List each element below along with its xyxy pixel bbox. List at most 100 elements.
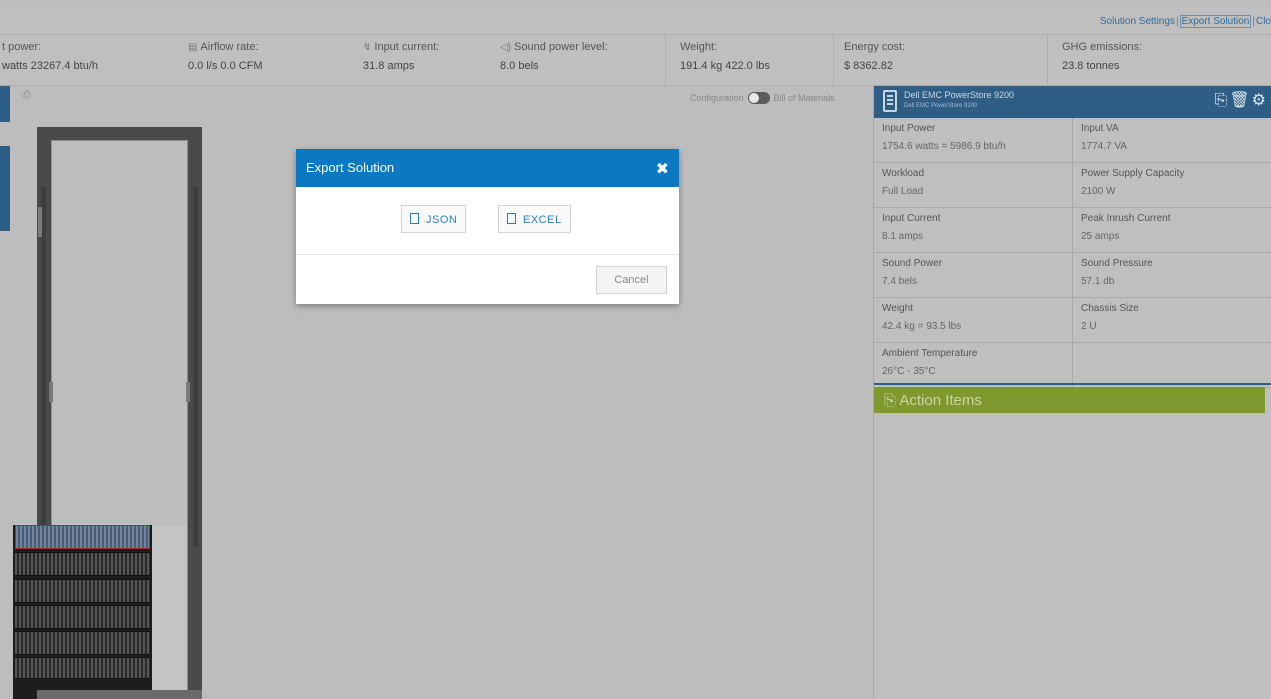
spec-value: 1774.7 VA — [1081, 141, 1127, 152]
spec-value: 7.4 bels — [882, 276, 918, 287]
spec-sound-power: Sound Power 7.4 bels — [874, 253, 1073, 298]
spec-value: 8.1 amps — [882, 231, 924, 242]
file-icon — [410, 213, 419, 224]
metric-sound: ◁) Sound power level: 8.0 bels — [495, 35, 665, 87]
rack-device[interactable] — [15, 579, 150, 603]
spec-label: Input Current — [882, 213, 941, 224]
left-nav-sliver[interactable] — [0, 86, 10, 231]
spec-value: 2100 W — [1081, 186, 1116, 197]
clipboard-icon: ⎘ — [884, 392, 900, 409]
rack-devices — [13, 525, 152, 699]
device-details-panel: Dell EMC PowerStore 9200 Dell EMC PowerS… — [873, 86, 1271, 699]
spec-peak-inrush: Peak Inrush Current 25 amps — [1073, 208, 1271, 253]
rack-device[interactable] — [15, 657, 150, 679]
spec-value: 26°C - 35°C — [882, 366, 936, 377]
speaker-icon: ◁) — [500, 42, 512, 53]
spec-label: Input VA — [1081, 123, 1119, 134]
metric-value: 23.8 tonnes — [1062, 60, 1120, 72]
plug-icon: ↯ — [363, 42, 372, 53]
toggle-switch[interactable] — [747, 92, 770, 104]
spec-label: Chassis Size — [1081, 303, 1139, 314]
spec-label: Peak Inrush Current — [1081, 213, 1171, 224]
metrics-bar: t power: watts 23267.4 btu/h ▤ Airflow ra… — [0, 34, 1271, 87]
rack-device[interactable] — [15, 605, 150, 629]
toggle-label-configuration: Configuration — [690, 93, 744, 103]
json-label: JSON — [426, 214, 458, 226]
spec-value: 25 amps — [1081, 231, 1120, 242]
metric-value: $ 8362.82 — [844, 60, 893, 72]
spec-label: Ambient Temperature — [882, 348, 978, 359]
airflow-icon: ▤ — [188, 42, 198, 53]
close-icon[interactable]: ✖ — [656, 159, 669, 179]
view-toggle[interactable]: Configuration Bill of Materials — [690, 92, 835, 104]
metric-label: Airflow rate: — [200, 41, 259, 53]
metric-input-current: ↯ Input current: 31.8 amps — [335, 35, 495, 87]
spec-value: 42.4 kg = 93.5 lbs — [882, 321, 962, 332]
device-tools: ⎘🗑⚙ — [1215, 90, 1268, 110]
rack-rail-left — [41, 187, 46, 547]
dialog-title: Export Solution — [306, 160, 395, 175]
server-icon — [883, 90, 897, 112]
metric-label: t power: — [2, 41, 42, 53]
action-items-bar[interactable]: ⎘ Action Items — [874, 387, 1265, 413]
cancel-button[interactable]: Cancel — [596, 266, 667, 294]
spec-weight: Weight 42.4 kg = 93.5 lbs — [874, 298, 1073, 343]
close-link[interactable]: Clo — [1256, 16, 1271, 27]
spec-input-power: Input Power 1754.6 watts = 5986.9 btu/h — [874, 118, 1073, 163]
spec-empty-cell — [1073, 343, 1271, 388]
print-icon[interactable]: ⎙ — [22, 89, 31, 102]
metric-power: t power: watts 23267.4 btu/h — [0, 35, 170, 87]
metric-value: 31.8 amps — [363, 60, 415, 72]
metric-label: Sound power level: — [514, 41, 608, 53]
spec-value: Full Load — [882, 186, 924, 197]
spec-psu-capacity: Power Supply Capacity 2100 W — [1073, 163, 1271, 208]
toggle-label-bom: Bill of Materials — [773, 93, 835, 103]
spec-label: Weight — [882, 303, 913, 314]
metric-value: 0.0 l/s 0.0 CFM — [188, 60, 263, 72]
delete-icon[interactable]: 🗑 — [1229, 92, 1251, 109]
rack-rail-right — [193, 187, 198, 547]
metric-energy-cost: Energy cost: $ 8362.82 — [833, 35, 1047, 87]
spec-sound-pressure: Sound Pressure 57.1 db — [1073, 253, 1271, 298]
export-excel-button[interactable]: EXCEL — [498, 205, 571, 233]
metric-value: 191.4 kg 422.0 lbs — [680, 60, 770, 72]
metric-label: GHG emissions: — [1062, 41, 1143, 53]
metric-label: Weight: — [680, 41, 718, 53]
spec-label: Workload — [882, 168, 925, 179]
gear-icon[interactable]: ⚙ — [1252, 92, 1268, 109]
excel-label: EXCEL — [523, 214, 562, 226]
rack-handle — [49, 382, 53, 402]
rack-device[interactable] — [15, 631, 150, 655]
metric-ghg: GHG emissions: 23.8 tonnes — [1047, 35, 1271, 87]
solution-settings-link[interactable]: Solution Settings — [1100, 16, 1175, 27]
rack-handle — [186, 382, 190, 402]
spec-label: Input Power — [882, 123, 936, 134]
spec-workload: Workload Full Load — [874, 163, 1073, 208]
spec-label: Sound Pressure — [1081, 258, 1153, 269]
metric-label: Energy cost: — [844, 41, 906, 53]
metric-value: watts 23267.4 btu/h — [2, 60, 99, 72]
top-link-bar: Solution Settings| Export Solution |Clo — [0, 8, 1271, 34]
export-json-button[interactable]: JSON — [401, 205, 467, 233]
metric-weight: Weight: 191.4 kg 422.0 lbs — [665, 35, 833, 87]
rack-device-selected[interactable] — [15, 525, 150, 549]
metric-airflow: ▤ Airflow rate: 0.0 l/s 0.0 CFM — [170, 35, 335, 87]
dialog-body: JSON EXCEL — [296, 187, 679, 255]
export-solution-dialog: Export Solution ✖ JSON EXCEL Cancel — [296, 149, 679, 304]
rack-device[interactable] — [15, 552, 150, 576]
dialog-header: Export Solution ✖ — [296, 149, 679, 187]
section-divider — [874, 383, 1271, 385]
action-items-label: Action Items — [899, 392, 982, 409]
excel-file-icon — [507, 213, 516, 224]
device-subname: Dell EMC PowerStore 9200 — [904, 103, 978, 109]
spec-input-va: Input VA 1774.7 VA — [1073, 118, 1271, 163]
spec-label: Power Supply Capacity — [1081, 168, 1185, 179]
notes-icon[interactable]: ⎘ — [1215, 92, 1230, 109]
top-links: Solution Settings| Export Solution |Clo — [1100, 15, 1271, 28]
export-solution-link[interactable]: Export Solution — [1179, 15, 1252, 28]
spec-label: Sound Power — [882, 258, 943, 269]
link-separator: | — [1175, 16, 1179, 27]
spec-chassis-size: Chassis Size 2 U — [1073, 298, 1271, 343]
device-name: Dell EMC PowerStore 9200 — [904, 90, 1015, 100]
spec-value: 2 U — [1081, 321, 1097, 332]
